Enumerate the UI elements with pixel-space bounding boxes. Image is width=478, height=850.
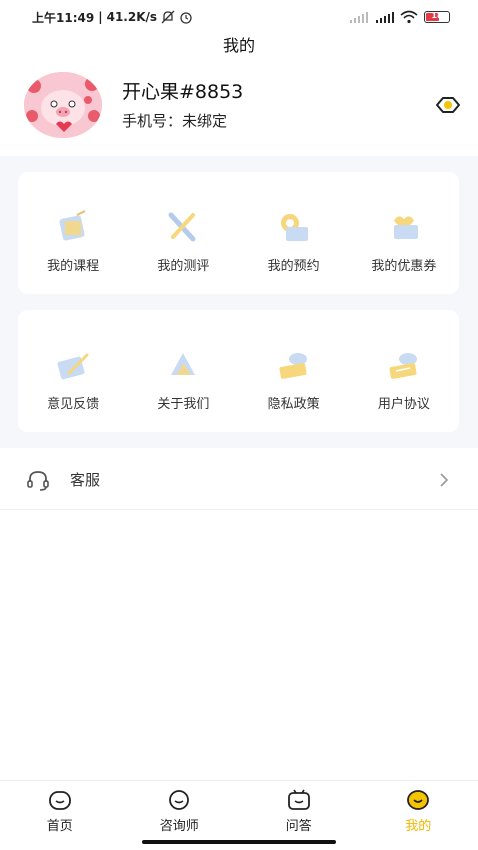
chevron-right-icon	[440, 472, 449, 487]
tab-label: 咨询师	[159, 819, 199, 834]
customer-service-row[interactable]: 客服	[0, 450, 478, 510]
view-profile-button[interactable]	[434, 91, 462, 119]
status-right: 18	[350, 10, 450, 24]
page-title: 我的	[222, 36, 255, 55]
menu-item-my-courses[interactable]: 我的课程	[18, 172, 128, 294]
home-tab-icon	[48, 791, 71, 810]
agreement-icon	[389, 353, 417, 379]
tab-home[interactable]: 首页	[0, 781, 120, 850]
menu-item-label: 意见反馈	[47, 397, 100, 412]
secondary-menu-card: 意见反馈 关于我们 隐私政策 用户协议	[18, 310, 459, 432]
menu-item-user-agreement[interactable]: 用户协议	[349, 310, 459, 432]
tab-label: 首页	[46, 819, 73, 834]
status-net-speed: 41.2K/s	[106, 10, 158, 24]
menu-item-my-appointments[interactable]: 我的预约	[239, 172, 349, 294]
menu-item-my-coupons[interactable]: 我的优惠券	[349, 172, 459, 294]
wifi-icon	[400, 10, 418, 24]
mine-tab-icon	[407, 790, 430, 810]
avatar[interactable]	[24, 72, 102, 138]
status-left: 上午11:49 | 41.2K/s	[32, 9, 193, 26]
menu-item-label: 关于我们	[157, 397, 210, 412]
privacy-icon	[279, 353, 307, 379]
mute-icon	[161, 10, 175, 24]
profile-name: 开心果#8853	[122, 81, 244, 103]
assessment-icon	[168, 212, 196, 242]
menu-item-my-assessments[interactable]: 我的测评	[128, 172, 238, 294]
course-icon	[59, 210, 86, 241]
profile-info: 开心果#8853 手机号：未绑定	[122, 79, 434, 131]
customer-service-label: 客服	[70, 471, 101, 489]
home-indicator[interactable]	[142, 840, 336, 844]
menu-item-privacy-policy[interactable]: 隐私政策	[239, 310, 349, 432]
eye-icon	[436, 97, 460, 113]
menu-item-label: 用户协议	[377, 397, 430, 412]
feedback-icon	[57, 353, 89, 380]
status-separator: |	[98, 10, 103, 24]
about-icon	[171, 353, 196, 375]
menu-item-label: 我的课程	[47, 259, 100, 274]
profile-header[interactable]: 开心果#8853 手机号：未绑定	[24, 70, 460, 140]
tab-mine[interactable]: 我的	[359, 781, 478, 850]
status-bar: 上午11:49 | 41.2K/s 18	[0, 0, 478, 34]
signal-icon	[350, 12, 368, 23]
signal-hd-icon	[376, 12, 394, 23]
main-menu-card: 我的课程 我的测评 我的预约 我的优惠券	[18, 172, 459, 294]
headset-icon	[27, 470, 49, 491]
qa-tab-icon	[287, 789, 310, 810]
menu-item-feedback[interactable]: 意见反馈	[18, 310, 128, 432]
alarm-icon	[180, 12, 192, 24]
profile-phone: 手机号：未绑定	[122, 112, 228, 130]
menu-item-label: 隐私政策	[267, 397, 320, 412]
tab-label: 问答	[285, 819, 312, 834]
counselor-tab-icon	[169, 790, 190, 810]
battery-icon: 18	[424, 11, 450, 23]
tab-label: 我的	[405, 819, 432, 834]
battery-level: 18	[431, 11, 443, 20]
menu-item-label: 我的优惠券	[371, 259, 437, 274]
menu-item-label: 我的预约	[267, 259, 320, 274]
menu-item-label: 我的测评	[157, 259, 210, 274]
coupon-icon	[393, 216, 418, 239]
appointment-icon	[280, 214, 308, 241]
status-time: 上午11:49	[32, 10, 95, 25]
menu-item-about-us[interactable]: 关于我们	[128, 310, 238, 432]
